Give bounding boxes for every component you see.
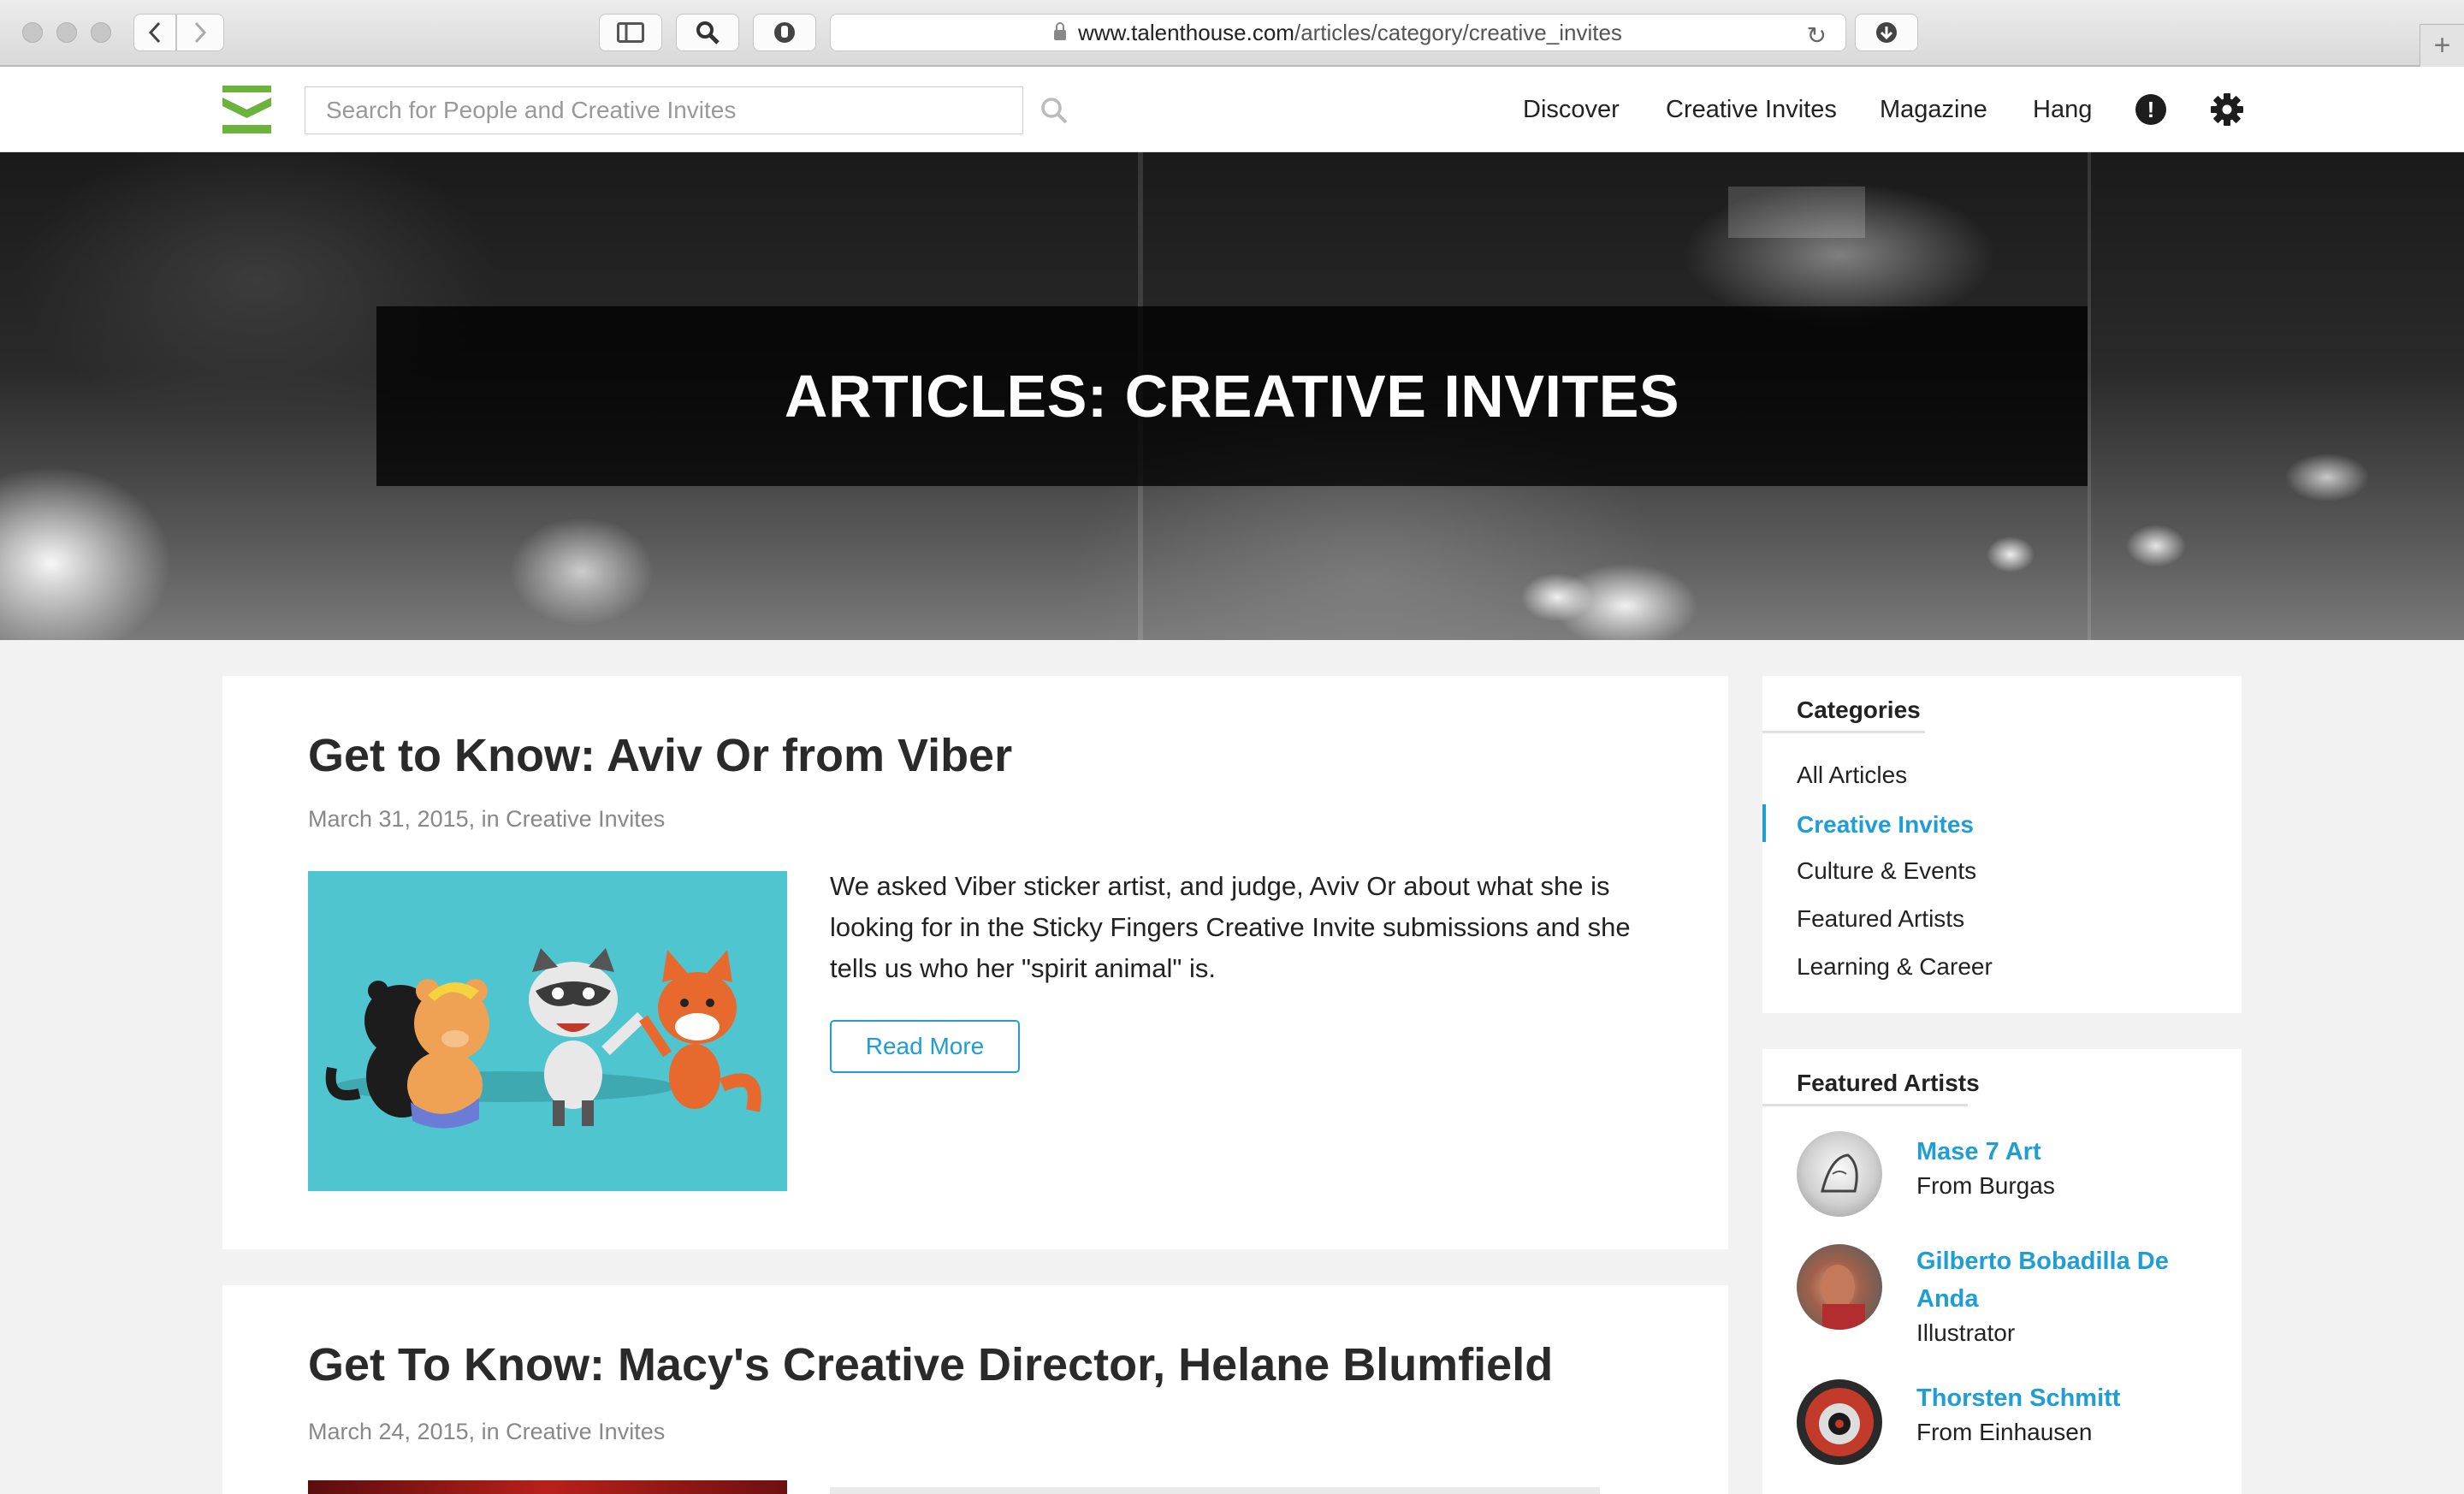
reload-icon[interactable]: ↻ xyxy=(1807,21,1827,50)
plus-icon: + xyxy=(2433,29,2451,62)
site-header: Discover Creative Invites Magazine Hang … xyxy=(0,67,2464,152)
url-domain: www.talenthouse.com xyxy=(1078,19,1294,45)
artist-subtitle: From Burgas xyxy=(1916,1172,2055,1199)
search-icon[interactable] xyxy=(1039,95,1069,126)
article-thumbnail[interactable] xyxy=(308,1480,787,1494)
category-learning-career[interactable]: Learning & Career xyxy=(1797,953,1993,981)
hand-icon xyxy=(774,22,795,43)
nav-discover[interactable]: Discover xyxy=(1523,96,1620,124)
address-bar[interactable]: www.talenthouse.com/articles/category/cr… xyxy=(830,14,1846,51)
search-input[interactable] xyxy=(305,86,1023,134)
lock-icon xyxy=(1054,22,1067,40)
category-all-articles[interactable]: All Articles xyxy=(1797,762,1907,789)
url-path: /articles/category/creative_invites xyxy=(1294,19,1622,45)
close-window-button[interactable] xyxy=(22,22,43,43)
chevron-left-icon xyxy=(148,21,161,44)
forward-button[interactable] xyxy=(176,14,224,51)
read-more-button[interactable]: Read More xyxy=(830,1020,1020,1073)
featured-artists-heading: Featured Artists xyxy=(1797,1070,1980,1096)
chevron-right-icon xyxy=(194,21,207,44)
featured-artists-panel: Featured Artists Mase 7 Art From Burgas … xyxy=(1762,1049,2242,1494)
nav-hang[interactable]: Hang xyxy=(2033,96,2092,124)
page-title: ARTICLES: CREATIVE INVITES xyxy=(784,363,1680,430)
search-toolbar-button[interactable] xyxy=(676,14,739,51)
hero-decor xyxy=(1728,187,1865,238)
zoom-window-button[interactable] xyxy=(91,22,111,43)
nav-magazine[interactable]: Magazine xyxy=(1880,96,1987,124)
avatar[interactable] xyxy=(1797,1379,1882,1465)
article-card: Get To Know: Macy's Creative Director, H… xyxy=(222,1285,1728,1494)
photo-avatar-image xyxy=(1821,1265,1865,1330)
artist-name[interactable]: Mase 7 Art xyxy=(1916,1133,2207,1171)
categories-panel: Categories All Articles Creative Invites… xyxy=(1762,676,2242,1013)
article-thumbnail[interactable] xyxy=(308,871,787,1191)
nav-creative-invites[interactable]: Creative Invites xyxy=(1666,96,1837,124)
artist-subtitle: From Einhausen xyxy=(1916,1419,2093,1445)
alert-icon[interactable]: ! xyxy=(2135,94,2166,125)
magnifier-icon xyxy=(696,21,720,44)
heading-underline xyxy=(1762,731,1925,733)
article-excerpt: We asked Viber sticker artist, and judge… xyxy=(830,871,1631,983)
sticker-characters-image xyxy=(325,948,761,1129)
avatar[interactable] xyxy=(1797,1244,1882,1330)
eye-emblem-image xyxy=(1805,1388,1874,1456)
article-card: Get to Know: Aviv Or from Viber March 31… xyxy=(222,676,1728,1249)
downloads-button[interactable] xyxy=(1855,14,1918,51)
article-title[interactable]: Get to Know: Aviv Or from Viber xyxy=(308,729,1012,782)
heading-underline xyxy=(1762,1104,1968,1106)
hero-title-box: ARTICLES: CREATIVE INVITES xyxy=(376,306,2088,486)
category-featured-artists[interactable]: Featured Artists xyxy=(1797,905,1964,933)
artist-name[interactable]: Thorsten Schmitt xyxy=(1916,1379,2207,1417)
hero-decor xyxy=(2088,152,2091,640)
article-excerpt-cut xyxy=(830,1487,1600,1494)
sidebar-toggle-button[interactable] xyxy=(599,14,662,51)
article-meta: March 24, 2015, in Creative Invites xyxy=(308,1419,666,1444)
hero-banner: ARTICLES: CREATIVE INVITES xyxy=(0,152,2464,640)
extension-button[interactable] xyxy=(753,14,816,51)
sketch-avatar-image xyxy=(1821,1153,1858,1193)
category-creative-invites[interactable]: Creative Invites xyxy=(1797,811,1974,839)
new-tab-button[interactable]: + xyxy=(2420,24,2464,67)
gear-icon[interactable] xyxy=(2211,93,2243,126)
article-meta: March 31, 2015, in Creative Invites xyxy=(308,806,666,832)
category-culture-events[interactable]: Culture & Events xyxy=(1797,857,1976,885)
back-button[interactable] xyxy=(133,14,176,51)
artist-name[interactable]: Gilberto Bobadilla De Anda xyxy=(1916,1242,2207,1318)
artist-subtitle: Illustrator xyxy=(1916,1319,2016,1346)
download-icon xyxy=(1876,22,1897,43)
sidebar-icon xyxy=(617,22,644,43)
categories-heading: Categories xyxy=(1797,697,1921,723)
minimize-window-button[interactable] xyxy=(56,22,77,43)
avatar[interactable] xyxy=(1797,1131,1882,1217)
article-title[interactable]: Get To Know: Macy's Creative Director, H… xyxy=(308,1338,1553,1391)
browser-toolbar: www.talenthouse.com/articles/category/cr… xyxy=(0,0,2464,67)
active-category-indicator xyxy=(1762,804,1766,842)
talenthouse-logo[interactable] xyxy=(222,86,271,133)
